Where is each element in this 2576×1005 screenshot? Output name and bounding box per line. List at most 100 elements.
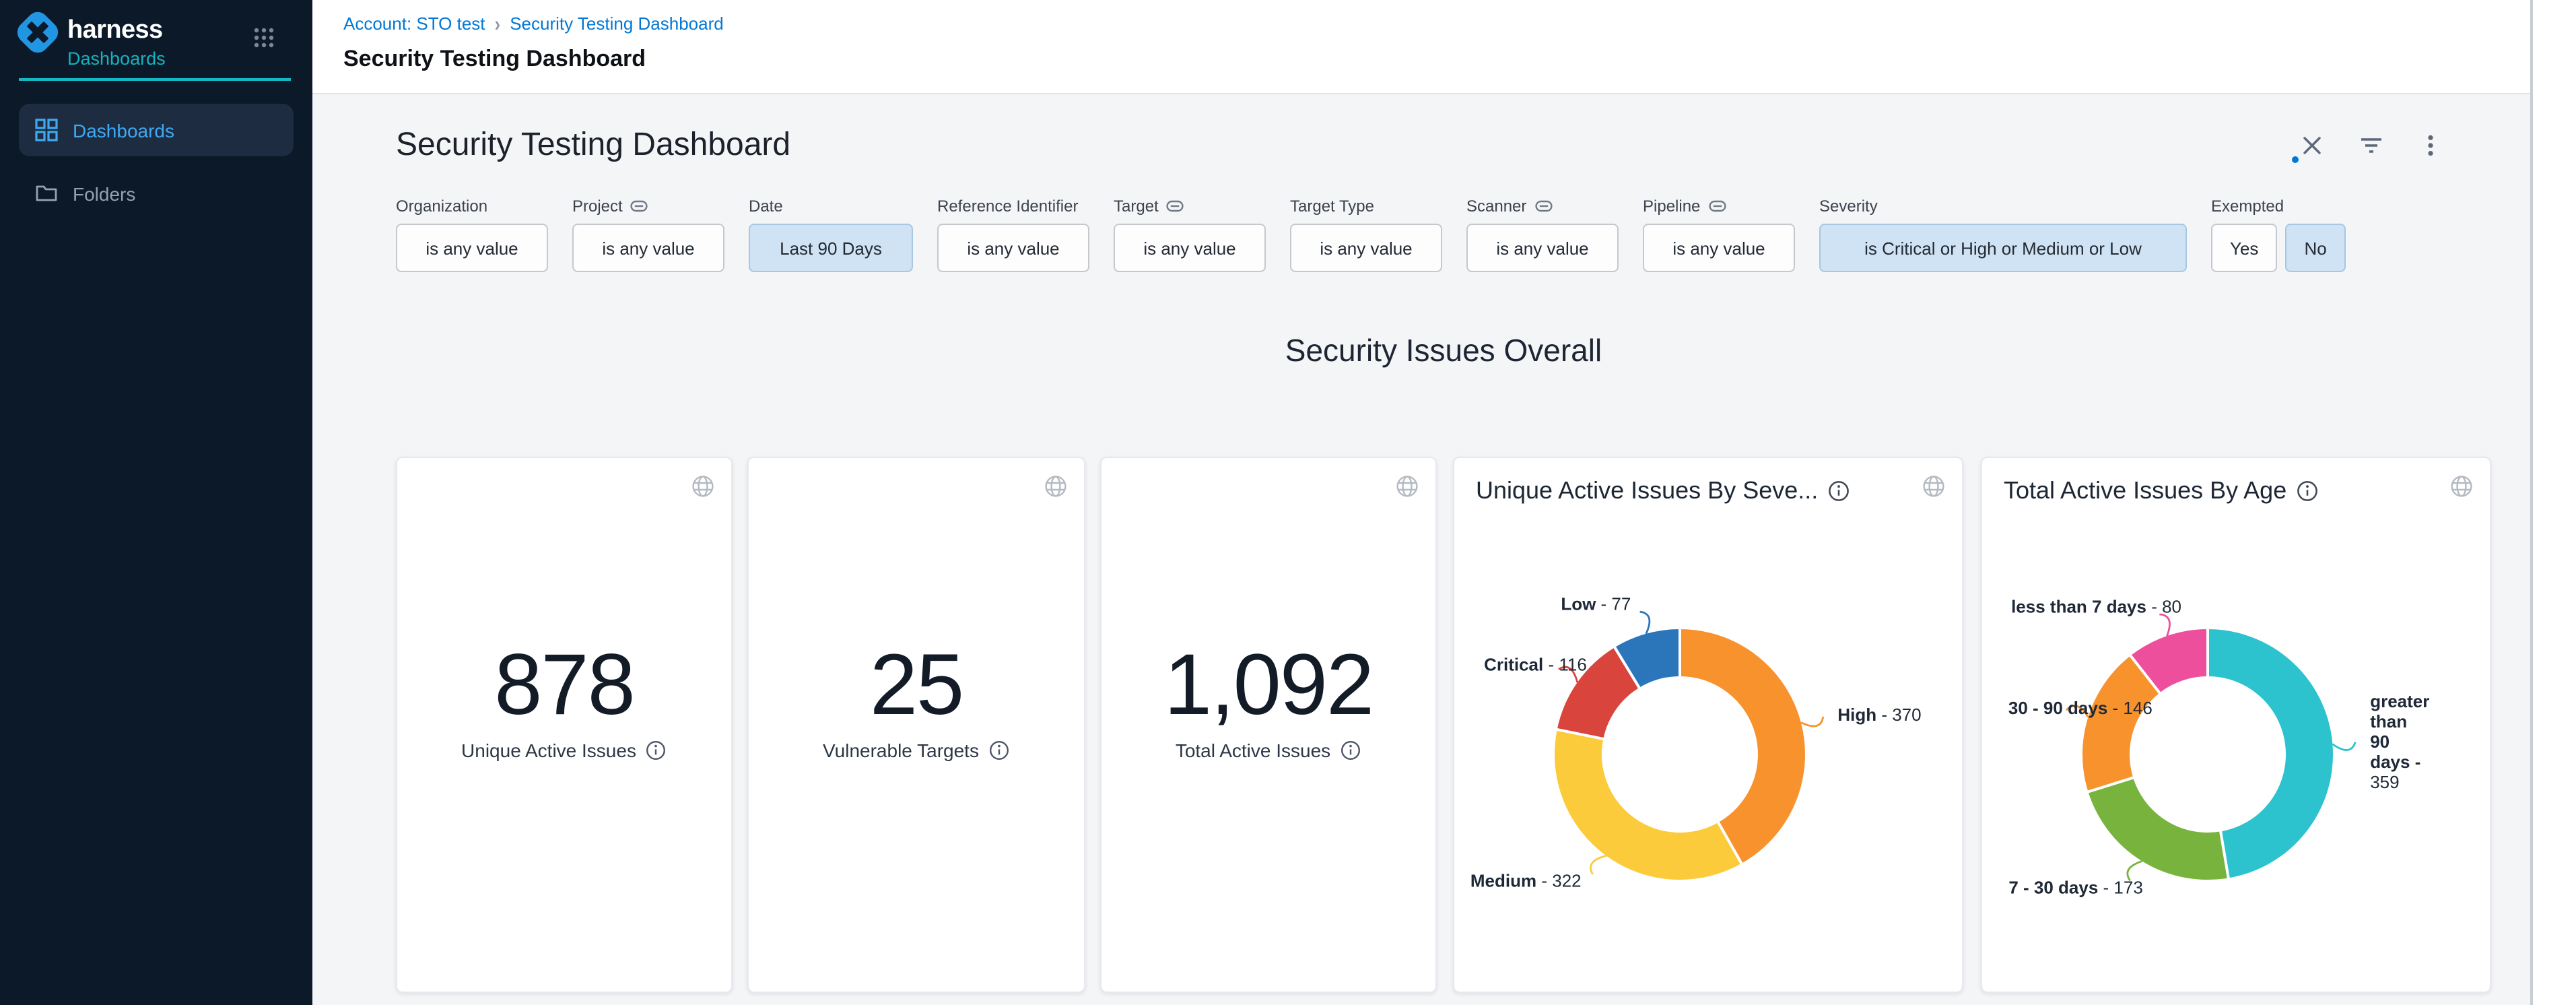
folder-icon: [35, 182, 58, 205]
filter-exempted: Exempted YesNo: [2211, 195, 2346, 272]
filter-date: Date Last 90 Days: [749, 195, 913, 272]
filter-value[interactable]: is any value: [937, 224, 1089, 272]
donut-label: Low - 77: [1561, 594, 1631, 614]
filter-severity: Severity is Critical or High or Medium or…: [1819, 195, 2187, 272]
filter-label: Reference Identifier: [937, 195, 1089, 216]
filter-value[interactable]: is any value: [1643, 224, 1795, 272]
harness-dashboard-app: harness Dashboards Dashboards Folders Acc…: [0, 0, 2576, 1005]
donut-chart-issues-by-severity[interactable]: High - 370Medium - 322Critical - 116Low …: [1454, 458, 1965, 994]
donut-label: 7 - 30 days - 173: [2008, 878, 2142, 898]
kpi-value: 25: [749, 639, 1084, 730]
label-connector: [2332, 742, 2355, 750]
breadcrumb-page-link[interactable]: Security Testing Dashboard: [510, 13, 724, 34]
filter-label: Exempted: [2211, 195, 2346, 216]
info-icon[interactable]: [988, 740, 1010, 761]
donut-chart-issues-by-age[interactable]: greaterthan90days -359 7 - 30 days - 173 3…: [1982, 458, 2493, 994]
filter-option-yes[interactable]: Yes: [2211, 224, 2277, 272]
kpi-card-total-active-issues: 1,092 Total Active Issues: [1100, 457, 1437, 993]
donut-label: less than 7 days - 80: [2011, 597, 2181, 617]
donut-slice-greater-than-90-days[interactable]: [2208, 628, 2334, 879]
dashboards-grid-icon: [35, 119, 58, 141]
breadcrumb-separator: ›: [495, 11, 501, 36]
filter-label: Target Type: [1290, 195, 1442, 216]
filter-value[interactable]: is Critical or High or Medium or Low: [1819, 224, 2187, 272]
sidebar-item-label: Dashboards: [73, 119, 174, 141]
filter-label: Project: [572, 195, 724, 216]
filter-label: Organization: [396, 195, 548, 216]
filter-label: Pipeline: [1643, 195, 1795, 216]
filter-option-no[interactable]: No: [2285, 224, 2345, 272]
filter-value[interactable]: is any value: [396, 224, 548, 272]
sidebar-divider: [19, 78, 291, 81]
breadcrumb: Account: STO test › Security Testing Das…: [343, 13, 724, 34]
donut-label: days -: [2370, 752, 2420, 772]
donut-label: than: [2370, 711, 2407, 732]
sidebar-item-folders[interactable]: Folders: [19, 167, 294, 220]
donut-label: greater: [2370, 691, 2429, 711]
label-connector: [2159, 614, 2169, 636]
top-header: Account: STO test › Security Testing Das…: [312, 0, 2530, 94]
kpi-card-vulnerable-targets: 25 Vulnerable Targets: [747, 457, 1085, 993]
filter-value[interactable]: is any value: [1466, 224, 1619, 272]
harness-logo-icon: [16, 11, 59, 54]
filter-value[interactable]: is any value: [1114, 224, 1266, 272]
filter-label: Target: [1114, 195, 1266, 216]
sidebar-item-label: Folders: [73, 183, 135, 204]
filter-icon[interactable]: [2359, 133, 2383, 158]
donut-label: 90: [2370, 732, 2389, 752]
sidebar: harness Dashboards Dashboards Folders: [0, 0, 312, 1005]
globe-icon[interactable]: [691, 474, 715, 498]
chart-card-issues-by-age: Total Active Issues By Age greaterthan90…: [1981, 457, 2491, 993]
close-icon[interactable]: [2300, 133, 2324, 158]
donut-label: High - 370: [1837, 705, 1921, 725]
breadcrumb-account-link[interactable]: Account: STO test: [343, 13, 485, 34]
brand-name: harness: [67, 16, 163, 44]
kpi-label: Vulnerable Targets: [749, 740, 1084, 761]
dashboard-title: Security Testing Dashboard: [396, 127, 790, 164]
kpi-card-unique-active-issues: 878 Unique Active Issues: [396, 457, 733, 993]
filter-organization: Organization is any value: [396, 195, 548, 272]
filter-project: Project is any value: [572, 195, 724, 272]
info-icon[interactable]: [646, 740, 667, 761]
filter-value[interactable]: Last 90 Days: [749, 224, 913, 272]
label-connector: [1640, 612, 1650, 634]
kebab-menu-icon[interactable]: [2418, 133, 2443, 158]
section-title: Security Issues Overall: [396, 333, 2491, 369]
link-icon: [631, 199, 648, 212]
filter-label: Date: [749, 195, 913, 216]
filter-value[interactable]: is any value: [572, 224, 724, 272]
dashboard-area: Security Testing Dashboard Organization i…: [312, 94, 2530, 1005]
info-icon[interactable]: [1340, 740, 1361, 761]
chart-card-issues-by-severity: Unique Active Issues By Seve... High - 3…: [1453, 457, 1963, 993]
filter-value[interactable]: is any value: [1290, 224, 1442, 272]
dashboard-actions: [2300, 133, 2443, 158]
globe-icon[interactable]: [1044, 474, 1068, 498]
harness-logo[interactable]: harness Dashboards: [16, 11, 166, 69]
donut-slice-7-30-days[interactable]: [2087, 777, 2229, 881]
kpi-value: 1,092: [1101, 639, 1435, 730]
kpi-label: Unique Active Issues: [397, 740, 731, 761]
label-connector: [1590, 855, 1606, 874]
donut-slice-medium[interactable]: [1553, 730, 1742, 881]
filter-label: Severity: [1819, 195, 2187, 216]
label-connector: [1801, 717, 1823, 726]
filter-target-type: Target Type is any value: [1290, 195, 1442, 272]
donut-label: Critical - 116: [1484, 655, 1587, 675]
scrollbar-track[interactable]: [2530, 0, 2576, 1005]
link-icon: [1534, 199, 1552, 212]
sidebar-nav: Dashboards Folders: [0, 93, 312, 230]
filter-reference-identifier: Reference Identifier is any value: [937, 195, 1089, 272]
brand-subtitle: Dashboards: [67, 48, 166, 69]
donut-label: 359: [2370, 772, 2399, 792]
link-icon: [1167, 199, 1184, 212]
donut-label: 30 - 90 days - 146: [2008, 698, 2153, 718]
filter-bar: Organization is any value Project is any va…: [396, 195, 2346, 272]
filter-label: Scanner: [1466, 195, 1619, 216]
sidebar-item-dashboards[interactable]: Dashboards: [19, 104, 294, 156]
module-grid-icon[interactable]: [253, 27, 275, 48]
globe-icon[interactable]: [1395, 474, 1419, 498]
page-title: Security Testing Dashboard: [343, 46, 646, 73]
kpi-label: Total Active Issues: [1101, 740, 1435, 761]
notification-dot: [2292, 156, 2299, 163]
filter-pipeline: Pipeline is any value: [1643, 195, 1795, 272]
